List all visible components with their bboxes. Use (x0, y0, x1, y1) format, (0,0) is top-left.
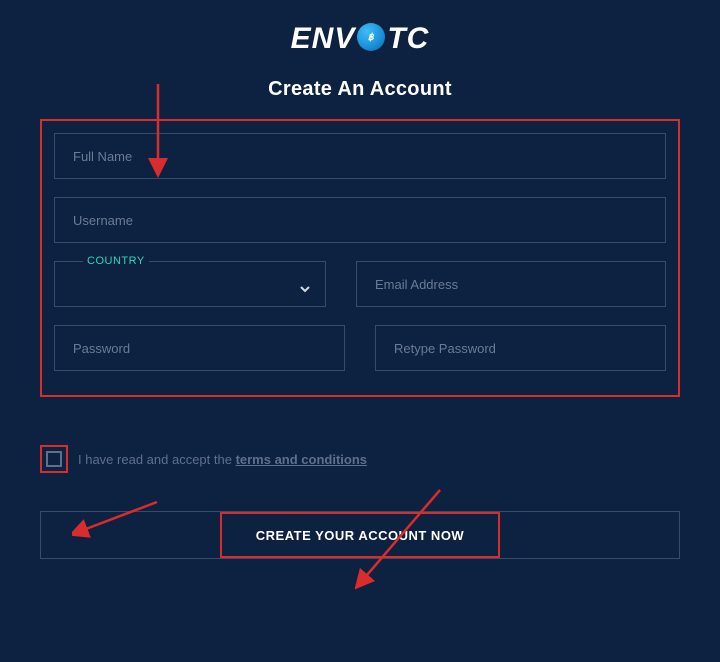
password-input[interactable] (73, 326, 326, 370)
brand-logo-left: ENV (291, 22, 356, 56)
brand-logo: ENV ฿ TC (0, 22, 720, 56)
terms-checkbox[interactable] (46, 451, 62, 467)
terms-checkbox-highlight (40, 445, 68, 473)
terms-row: I have read and accept the terms and con… (40, 445, 720, 473)
country-select[interactable] (67, 267, 313, 311)
username-input[interactable] (73, 198, 647, 242)
full-name-field[interactable] (54, 133, 666, 179)
retype-password-input[interactable] (394, 326, 647, 370)
svg-text:฿: ฿ (368, 32, 375, 42)
password-field[interactable] (54, 325, 345, 371)
full-name-input[interactable] (73, 134, 647, 178)
page-title: Create An Account (0, 78, 720, 101)
country-legend: COUNTRY (83, 255, 149, 267)
signup-form: COUNTRY (40, 119, 680, 397)
email-field[interactable] (356, 261, 666, 307)
email-input[interactable] (375, 262, 647, 306)
terms-text: I have read and accept the terms and con… (78, 452, 367, 467)
retype-password-field[interactable] (375, 325, 666, 371)
country-fieldset[interactable]: COUNTRY (54, 255, 326, 307)
username-field[interactable] (54, 197, 666, 243)
brand-logo-right: TC (387, 22, 429, 56)
bitcoin-globe-icon: ฿ (357, 23, 385, 51)
terms-link[interactable]: terms and conditions (236, 452, 367, 467)
submit-bar: CREATE YOUR ACCOUNT NOW (40, 511, 680, 559)
terms-prefix: I have read and accept the (78, 452, 236, 467)
create-account-button[interactable]: CREATE YOUR ACCOUNT NOW (220, 512, 500, 558)
